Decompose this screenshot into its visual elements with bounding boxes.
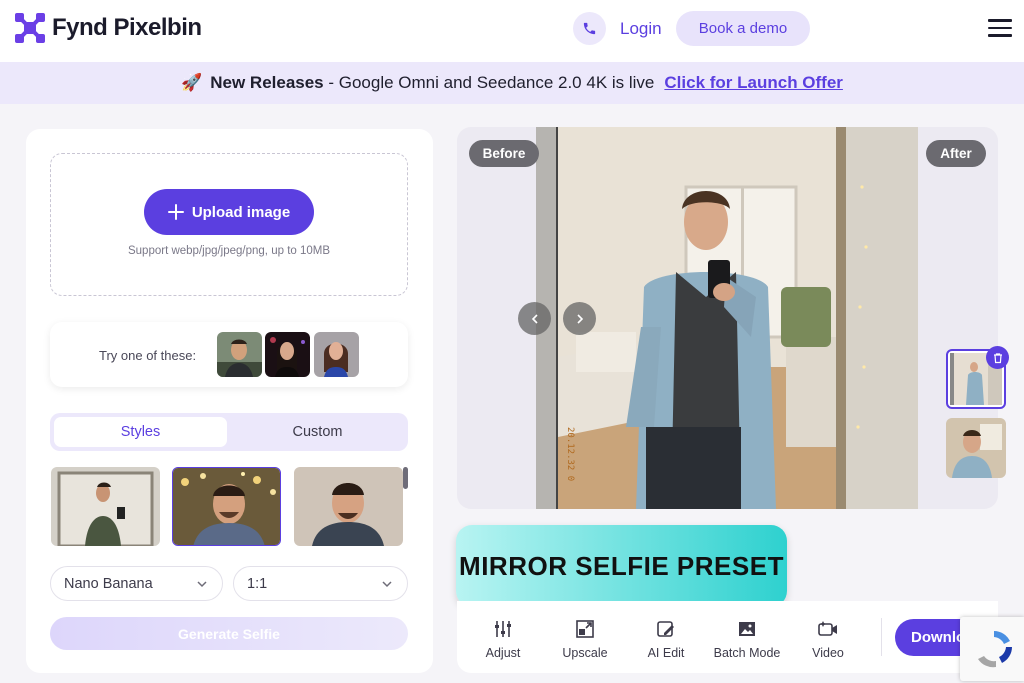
style-card-selected[interactable] bbox=[172, 467, 281, 546]
sample-thumbnail[interactable] bbox=[217, 332, 262, 377]
previous-arrow-button[interactable] bbox=[518, 302, 551, 335]
adjust-label: Adjust bbox=[485, 646, 521, 660]
ai-edit-label: AI Edit bbox=[647, 646, 685, 660]
brand-logo[interactable]: Fynd Pixelbin bbox=[14, 12, 202, 44]
ai-edit-icon bbox=[657, 621, 674, 637]
upload-support-text: Support webp/jpg/jpeg/png, up to 10MB bbox=[127, 245, 331, 257]
upscale-label: Upscale bbox=[562, 646, 608, 660]
after-badge: After bbox=[926, 140, 986, 167]
style-card[interactable] bbox=[51, 467, 160, 546]
sliders-icon bbox=[495, 621, 511, 637]
tab-styles[interactable]: Styles bbox=[54, 417, 227, 447]
model-select-value: Nano Banana bbox=[64, 575, 153, 592]
recaptcha-badge[interactable] bbox=[960, 617, 1024, 681]
video-icon bbox=[818, 621, 837, 636]
adjust-tool-button[interactable]: Adjust bbox=[468, 617, 538, 660]
model-select[interactable]: Nano Banana bbox=[50, 566, 223, 601]
menu-icon[interactable] bbox=[988, 19, 1012, 37]
ai-edit-tool-button[interactable]: AI Edit bbox=[631, 617, 701, 660]
plus-icon bbox=[167, 204, 184, 220]
sample-thumbnail[interactable] bbox=[314, 332, 359, 377]
announcement-banner: 🚀 New Releases - Google Omni and Seedanc… bbox=[0, 62, 1024, 104]
upscale-tool-button[interactable]: Upscale bbox=[550, 617, 620, 660]
video-tool-button[interactable]: Video bbox=[793, 617, 863, 660]
next-arrow-button[interactable] bbox=[563, 302, 596, 335]
toolbar-divider bbox=[881, 618, 882, 656]
chevron-right-icon bbox=[576, 313, 583, 324]
tab-custom[interactable]: Custom bbox=[231, 417, 404, 447]
banner-headline: New Releases bbox=[210, 73, 324, 92]
logo-icon bbox=[15, 13, 45, 43]
rocket-icon: 🚀 bbox=[181, 73, 203, 92]
ratio-select[interactable]: 1:1 bbox=[233, 566, 408, 601]
chevron-down-icon bbox=[197, 581, 207, 588]
batch-mode-tool-button[interactable]: Batch Mode bbox=[712, 617, 782, 660]
try-samples-label: Try one of these: bbox=[99, 348, 197, 363]
image-stack-icon bbox=[739, 622, 755, 636]
brand-name: Fynd Pixelbin bbox=[52, 14, 202, 41]
trash-icon bbox=[993, 352, 1002, 363]
mode-tabs: Styles Custom bbox=[50, 413, 408, 451]
generate-selfie-button[interactable]: Generate Selfie bbox=[50, 617, 408, 650]
top-navigation: Fynd Pixelbin Login Book a demo bbox=[0, 0, 1024, 62]
recaptcha-icon bbox=[978, 631, 1012, 668]
upscale-icon bbox=[576, 620, 594, 638]
batch-mode-label: Batch Mode bbox=[713, 646, 781, 660]
login-link[interactable]: Login bbox=[620, 19, 662, 39]
history-thumbnail[interactable] bbox=[946, 418, 1006, 478]
book-demo-button[interactable]: Book a demo bbox=[676, 11, 810, 46]
sample-thumbnail[interactable] bbox=[265, 332, 310, 377]
upload-image-button[interactable]: Upload image bbox=[144, 189, 314, 235]
banner-text: - Google Omni and Seedance 2.0 4K is liv… bbox=[323, 73, 655, 92]
upload-button-label: Upload image bbox=[191, 203, 291, 221]
svg-text:20.12.32 0: 20.12.32 0 bbox=[565, 427, 575, 481]
phone-icon bbox=[583, 22, 596, 35]
chevron-down-icon bbox=[382, 581, 392, 588]
chevron-left-icon bbox=[531, 313, 538, 324]
preset-label-banner: MIRROR SELFIE PRESET bbox=[456, 525, 787, 607]
before-badge: Before bbox=[469, 140, 539, 167]
video-label: Video bbox=[812, 646, 844, 660]
delete-button[interactable] bbox=[986, 346, 1009, 369]
styles-scrollbar[interactable] bbox=[403, 467, 408, 489]
phone-button[interactable] bbox=[573, 12, 606, 45]
ratio-select-value: 1:1 bbox=[247, 575, 268, 592]
launch-offer-link[interactable]: Click for Launch Offer bbox=[664, 73, 843, 93]
style-card[interactable] bbox=[294, 467, 403, 546]
